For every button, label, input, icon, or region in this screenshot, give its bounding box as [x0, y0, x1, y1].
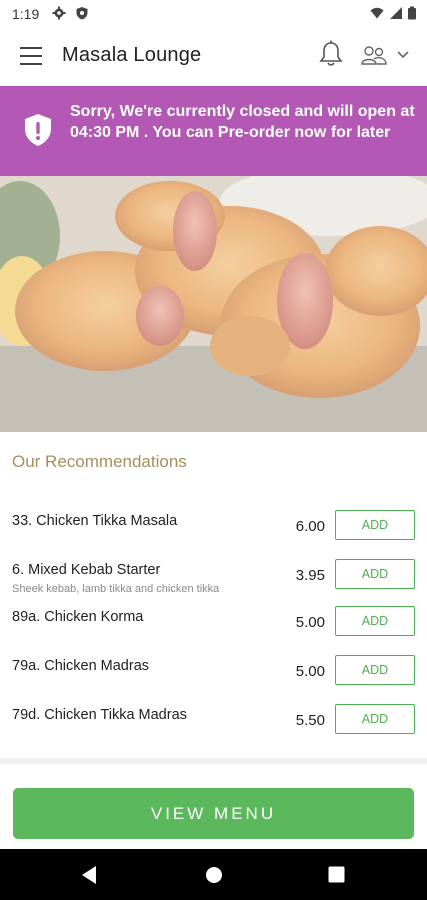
section-divider	[0, 758, 427, 764]
list-item: 79a. Chicken Madras 5.00 ADD	[0, 655, 427, 703]
chevron-down-icon[interactable]	[396, 50, 410, 60]
item-name: 6. Mixed Kebab Starter	[12, 562, 161, 578]
menu-icon[interactable]	[20, 47, 42, 65]
system-nav-bar	[0, 849, 427, 900]
item-name: 89a. Chicken Korma	[12, 609, 144, 625]
status-time: 1:19	[12, 6, 40, 22]
item-name: 79d. Chicken Tikka Madras	[12, 707, 187, 723]
item-price: 5.50	[295, 712, 325, 729]
item-price: 5.00	[295, 663, 325, 680]
shield-alert-icon	[25, 114, 51, 146]
add-button[interactable]: ADD	[335, 559, 415, 589]
closed-banner: Sorry, We're currently closed and will o…	[0, 86, 427, 176]
page-title: Masala Lounge	[62, 44, 202, 66]
item-description: Sheek kebab, lamb tikka and chicken tikk…	[12, 583, 220, 595]
item-name: 79a. Chicken Madras	[12, 658, 150, 674]
add-button[interactable]: ADD	[335, 510, 415, 540]
closed-message: Sorry, We're currently closed and will o…	[70, 103, 415, 141]
add-button[interactable]: ADD	[335, 704, 415, 734]
list-item: 79d. Chicken Tikka Madras 5.50 ADD	[0, 704, 427, 752]
wifi-icon	[370, 7, 384, 19]
item-price: 6.00	[295, 518, 325, 535]
recent-apps-icon[interactable]	[328, 866, 345, 883]
battery-icon	[408, 6, 416, 20]
item-price: 5.00	[295, 614, 325, 631]
status-bar: 1:19	[0, 0, 427, 28]
item-name: 33. Chicken Tikka Masala	[12, 513, 178, 529]
list-item: 89a. Chicken Korma 5.00 ADD	[0, 606, 427, 654]
account-icon[interactable]	[360, 44, 388, 66]
add-button[interactable]: ADD	[335, 655, 415, 685]
hero-food-image	[0, 176, 427, 432]
item-price: 3.95	[295, 567, 325, 584]
app-bar: Masala Lounge	[0, 28, 427, 86]
signal-icon	[390, 7, 402, 19]
gear-icon	[52, 6, 66, 20]
view-menu-button[interactable]: VIEW MENU	[13, 788, 414, 839]
home-icon[interactable]	[205, 866, 223, 884]
list-item: 33. Chicken Tikka Masala 6.00 ADD	[0, 510, 427, 558]
add-button[interactable]: ADD	[335, 606, 415, 636]
back-icon[interactable]	[80, 865, 98, 885]
list-item: 6. Mixed Kebab Starter Sheek kebab, lamb…	[0, 559, 427, 607]
recommendations-title: Our Recommendations	[12, 452, 187, 471]
bell-icon[interactable]	[318, 40, 344, 68]
shield-icon	[76, 7, 88, 20]
